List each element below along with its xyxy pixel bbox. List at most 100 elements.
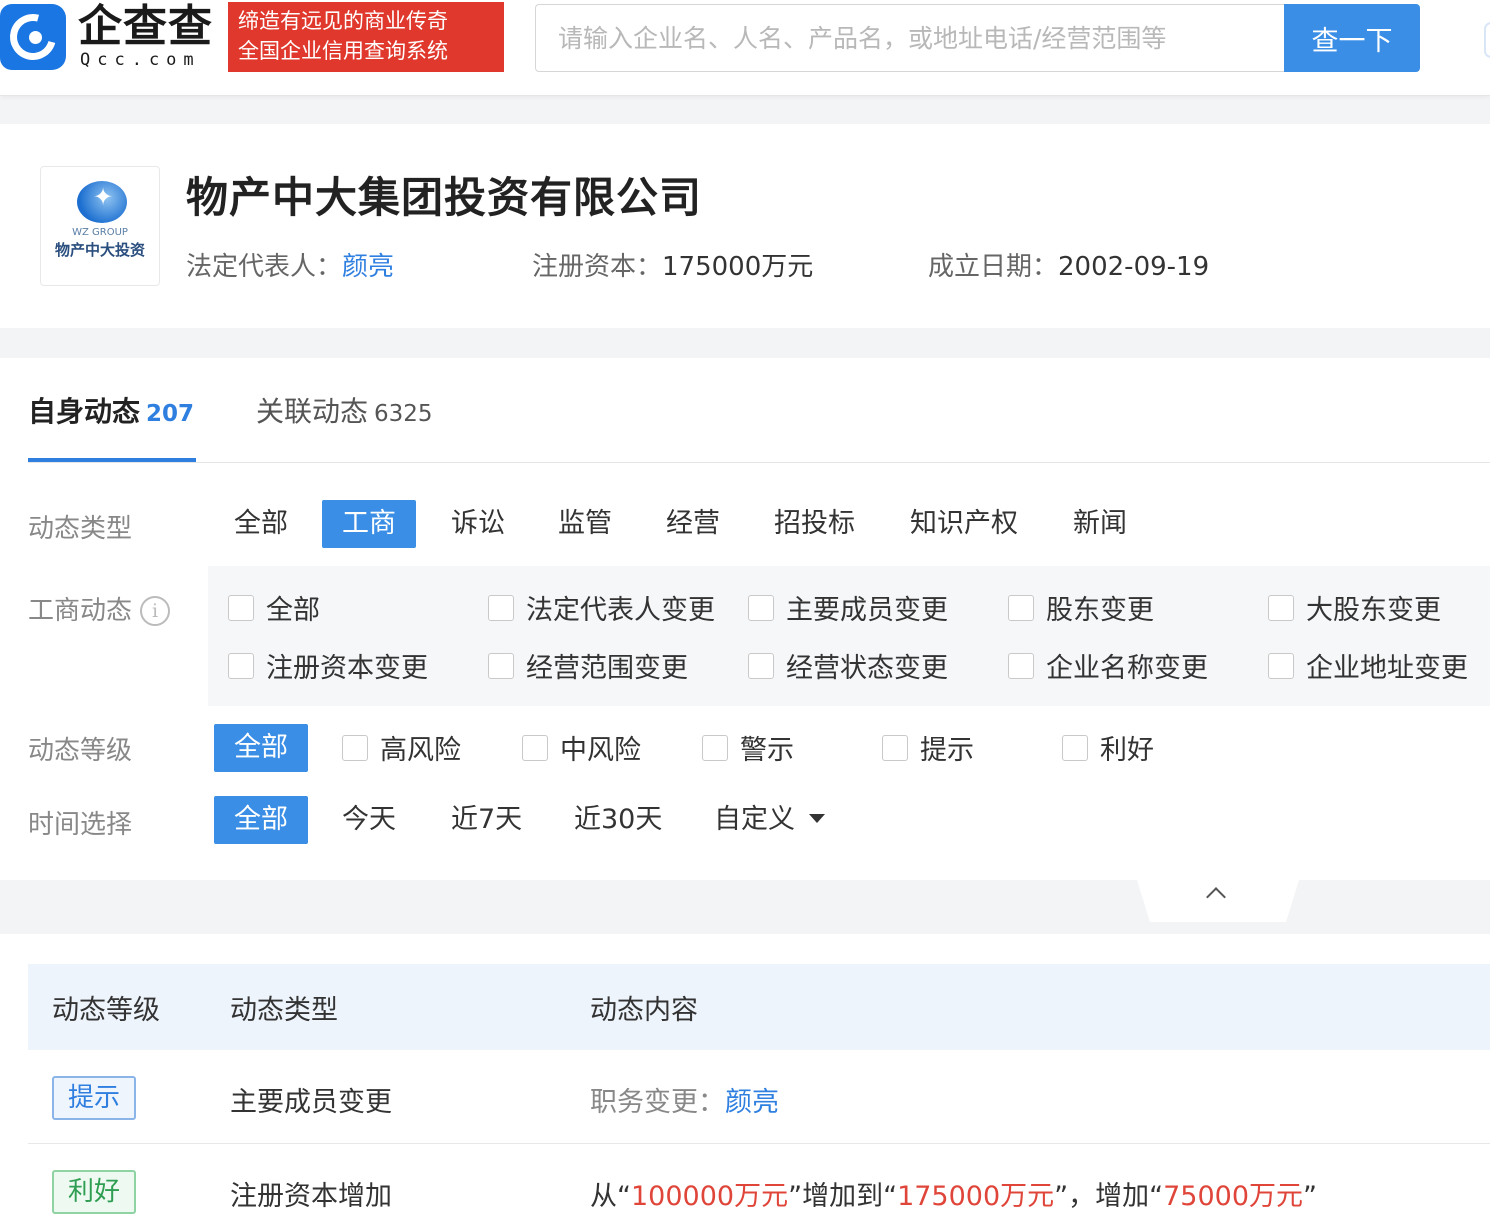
level-label: 中风险 <box>560 735 641 766</box>
biz-option-label: 经营范围变更 <box>526 653 688 684</box>
checkbox[interactable] <box>702 734 728 761</box>
type-filter-label: 动态类型 <box>28 514 133 544</box>
biz-option-label: 企业地址变更 <box>1306 653 1468 684</box>
slogan-line-2: 全国企业信用查询系统 <box>238 39 448 63</box>
business-filter-label-text: 工商动态 <box>28 596 133 626</box>
row-type: 主要成员变更 <box>230 1087 392 1118</box>
biz-option-legal-rep[interactable]: 法定代表人变更 <box>488 588 715 627</box>
capital-label: 注册资本： <box>532 252 663 282</box>
star-icon: ✦ <box>93 183 114 211</box>
level-badge-notice: 提示 <box>52 1076 136 1120</box>
capital-delta: 75000万元 <box>1163 1181 1304 1212</box>
level-notice[interactable]: 提示 <box>882 728 974 767</box>
biz-option-label: 全部 <box>266 595 320 626</box>
checkbox[interactable] <box>882 734 908 761</box>
time-custom-label: 自定义 <box>714 804 795 835</box>
capital-value: 175000万元 <box>662 252 814 282</box>
level-badge-positive: 利好 <box>52 1170 136 1214</box>
biz-option-name[interactable]: 企业名称变更 <box>1008 646 1208 685</box>
type-all[interactable]: 全部 <box>214 500 308 548</box>
content-text: ”增加到“ <box>788 1181 898 1212</box>
checkbox[interactable] <box>1008 652 1034 679</box>
content-text: 从“ <box>590 1181 631 1212</box>
time-today[interactable]: 今天 <box>322 796 416 844</box>
time-custom[interactable]: 自定义 <box>694 796 845 844</box>
checkbox[interactable] <box>488 594 514 621</box>
tab-related-label: 关联动态 <box>256 395 369 428</box>
biz-option-label: 企业名称变更 <box>1046 653 1208 684</box>
type-litigation[interactable]: 诉讼 <box>431 500 525 548</box>
level-filter-label: 动态等级 <box>28 736 133 766</box>
checkbox[interactable] <box>342 734 368 761</box>
biz-option-label: 大股东变更 <box>1306 595 1441 626</box>
checkbox[interactable] <box>522 734 548 761</box>
content-text: ”，增加“ <box>1054 1181 1164 1212</box>
biz-option-capital[interactable]: 注册资本变更 <box>228 646 428 685</box>
th-level: 动态等级 <box>52 995 160 1026</box>
type-regulation[interactable]: 监管 <box>538 500 632 548</box>
search-input[interactable] <box>536 5 1287 71</box>
tab-active-indicator <box>28 458 196 462</box>
checkbox[interactable] <box>1062 734 1088 761</box>
level-label: 高风险 <box>380 735 461 766</box>
biz-option-status[interactable]: 经营状态变更 <box>748 646 948 685</box>
checkbox[interactable] <box>748 652 774 679</box>
search-button[interactable]: 查一下 <box>1284 4 1420 72</box>
biz-option-address[interactable]: 企业地址变更 <box>1268 646 1468 685</box>
level-medium-risk[interactable]: 中风险 <box>522 728 641 767</box>
level-all[interactable]: 全部 <box>214 724 308 772</box>
business-filter-label: 工商动态 i <box>28 590 171 627</box>
biz-option-major-shareholder[interactable]: 大股东变更 <box>1268 588 1441 627</box>
slogan-banner: 缔造有远见的商业传奇 全国企业信用查询系统 <box>228 2 504 72</box>
biz-option-scope[interactable]: 经营范围变更 <box>488 646 688 685</box>
tab-bar: 自身动态 207 关联动态 6325 <box>28 358 1490 463</box>
level-label: 提示 <box>920 735 974 766</box>
logo-text[interactable]: 企查查 <box>78 2 213 52</box>
tab-self-news[interactable]: 自身动态 207 <box>28 390 194 430</box>
checkbox[interactable] <box>228 594 254 621</box>
founded-label: 成立日期： <box>928 252 1059 282</box>
slogan-line-1: 缔造有远见的商业传奇 <box>238 9 448 33</box>
company-logo-cn: 物产中大投资 <box>54 241 145 259</box>
time-filter-label: 时间选择 <box>28 810 133 840</box>
biz-option-shareholders[interactable]: 股东变更 <box>1008 588 1154 627</box>
checkbox[interactable] <box>1008 594 1034 621</box>
row-content: 职务变更：颜亮 <box>590 1080 779 1119</box>
logo-domain: Qcc.com <box>80 50 201 70</box>
content-prefix: 职务变更： <box>590 1087 725 1118</box>
person-link[interactable]: 颜亮 <box>725 1087 779 1118</box>
biz-option-label: 经营状态变更 <box>786 653 948 684</box>
biz-option-members[interactable]: 主要成员变更 <box>748 588 948 627</box>
filter-panel: 自身动态 207 关联动态 6325 动态类型 全部 工商 诉讼 监管 经营 招投标… <box>0 358 1490 880</box>
type-operation[interactable]: 经营 <box>646 500 740 548</box>
checkbox[interactable] <box>1268 594 1294 621</box>
news-table: 动态等级 动态类型 动态内容 提示 主要成员变更 职务变更：颜亮 利好 注册资本… <box>0 934 1490 1232</box>
checkbox[interactable] <box>1268 652 1294 679</box>
legal-rep-link[interactable]: 颜亮 <box>342 252 394 282</box>
checkbox[interactable] <box>488 652 514 679</box>
app-download-icon[interactable] <box>1484 22 1490 58</box>
type-bidding[interactable]: 招投标 <box>754 500 875 548</box>
table-row[interactable]: 利好 注册资本增加 从“100000万元”增加到“175000万元”，增加“75… <box>28 1144 1490 1232</box>
time-30days[interactable]: 近30天 <box>554 796 682 844</box>
legal-rep-label: 法定代表人： <box>186 252 343 282</box>
biz-option-label: 主要成员变更 <box>786 595 948 626</box>
level-high-risk[interactable]: 高风险 <box>342 728 461 767</box>
company-logo-en: WZ GROUP <box>72 227 128 238</box>
type-business[interactable]: 工商 <box>322 500 416 548</box>
biz-option-all[interactable]: 全部 <box>228 588 320 627</box>
checkbox[interactable] <box>748 594 774 621</box>
level-label: 警示 <box>740 735 794 766</box>
level-warning[interactable]: 警示 <box>702 728 794 767</box>
level-positive[interactable]: 利好 <box>1062 728 1154 767</box>
table-row[interactable]: 提示 主要成员变更 职务变更：颜亮 <box>28 1050 1490 1144</box>
checkbox[interactable] <box>228 652 254 679</box>
tab-related-news[interactable]: 关联动态 6325 <box>256 390 433 430</box>
type-news[interactable]: 新闻 <box>1053 500 1147 548</box>
info-icon[interactable]: i <box>140 596 171 626</box>
company-card: ✦ WZ GROUP 物产中大投资 物产中大集团投资有限公司 法定代表人：颜亮 … <box>0 124 1490 328</box>
time-all[interactable]: 全部 <box>214 796 308 844</box>
qcc-logo-icon[interactable] <box>0 4 66 70</box>
time-7days[interactable]: 近7天 <box>431 796 542 844</box>
type-ip[interactable]: 知识产权 <box>890 500 1038 548</box>
